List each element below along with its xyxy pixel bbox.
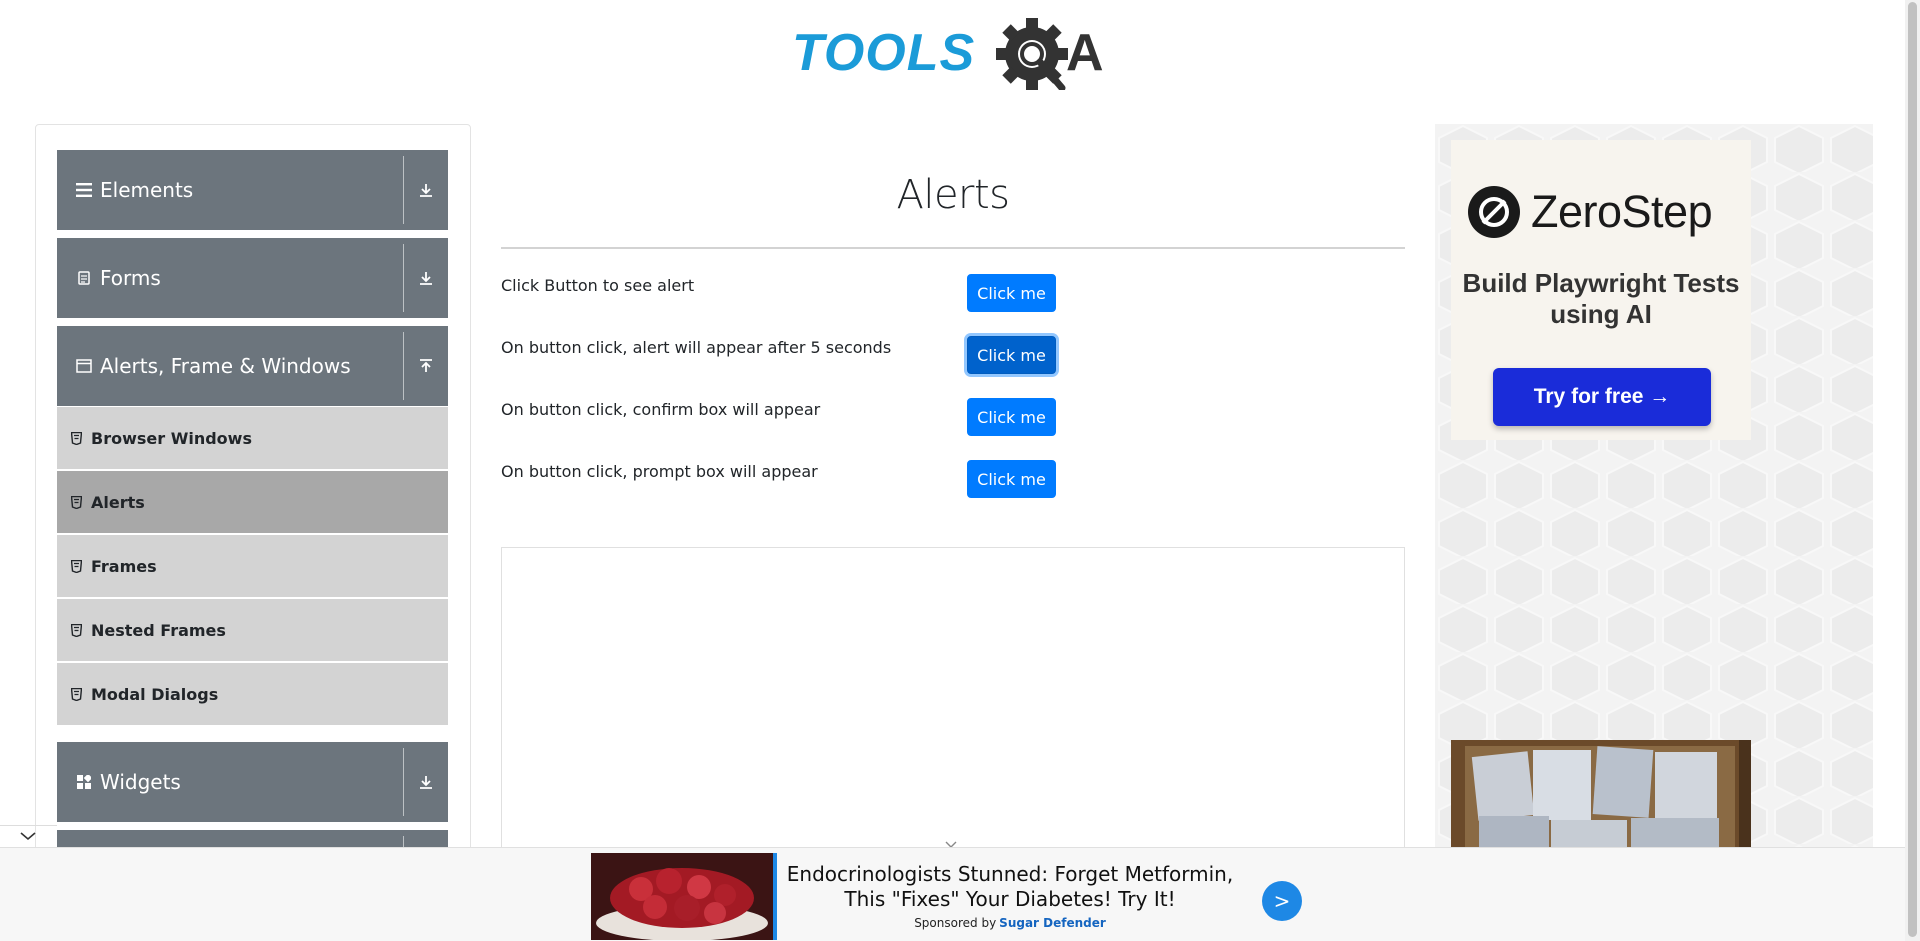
- ad-photo[interactable]: [1451, 740, 1751, 864]
- divider: [403, 156, 404, 224]
- sidebar-group-elements[interactable]: Elements: [57, 150, 448, 230]
- sidebar-item-label: Frames: [91, 556, 157, 576]
- grid-icon: [74, 772, 94, 792]
- try-for-free-button[interactable]: Try for free →: [1493, 368, 1711, 426]
- divider: [403, 748, 404, 816]
- sidebar-item-nested-frames[interactable]: Nested Frames: [57, 599, 448, 661]
- expand-arrow-icon[interactable]: [414, 266, 438, 290]
- ad-accent-stripe: [773, 853, 777, 940]
- sidebar-item-label: Alerts: [91, 492, 145, 512]
- html5-icon: [71, 495, 85, 509]
- ad-collapse-toggle[interactable]: [0, 825, 57, 849]
- sidebar-group-label: Alerts, Frame & Windows: [100, 354, 351, 378]
- sidebar-sub-list: Browser Windows Alerts Frames Nested Fra…: [57, 407, 448, 727]
- expand-arrow-icon[interactable]: [414, 178, 438, 202]
- sponsored-by-label: Sponsored by: [914, 916, 997, 930]
- ad-sponsor-line: Sponsored by Sugar Defender: [780, 916, 1240, 930]
- sidebar-item-alerts[interactable]: Alerts: [57, 471, 448, 533]
- sidebar-item-modal-dialogs[interactable]: Modal Dialogs: [57, 663, 448, 725]
- sidebar-group-alerts-frame-windows[interactable]: Alerts, Frame & Windows: [57, 326, 448, 406]
- sidebar-group-label: Widgets: [100, 770, 181, 794]
- divider: [403, 332, 404, 400]
- scrollbar-thumb[interactable]: [1908, 2, 1917, 937]
- confirm-row-label: On button click, confirm box will appear: [501, 400, 821, 419]
- left-sidebar: Elements Forms Alerts, Frame & Windows B…: [35, 124, 471, 864]
- chevron-down-icon[interactable]: [944, 835, 958, 848]
- sidebar-item-frames[interactable]: Frames: [57, 535, 448, 597]
- logo-text-left: TOOLS: [792, 24, 975, 82]
- alert-row-label: Click Button to see alert: [501, 276, 695, 295]
- zerostep-tagline: Build Playwright Tests using AI: [1462, 268, 1740, 329]
- html5-icon: [71, 431, 85, 445]
- sidebar-group-forms[interactable]: Forms: [57, 238, 448, 318]
- sidebar-item-label: Browser Windows: [91, 428, 252, 448]
- title-divider: [501, 247, 1405, 249]
- sidebar-item-browser-windows[interactable]: Browser Windows: [57, 407, 448, 469]
- zerostep-logo: ZeroStep: [1467, 182, 1735, 242]
- prompt-row-label: On button click, prompt box will appear: [501, 462, 818, 481]
- bottom-ad-bar: Endocrinologists Stunned: Forget Metform…: [0, 847, 1905, 941]
- ad-image[interactable]: [591, 853, 773, 940]
- prompt-button[interactable]: Click me: [967, 460, 1056, 498]
- sponsor-link[interactable]: Sugar Defender: [999, 916, 1106, 930]
- gear-icon: [996, 18, 1068, 92]
- confirm-button[interactable]: Click me: [967, 398, 1056, 436]
- ad-headline[interactable]: Endocrinologists Stunned: Forget Metform…: [780, 862, 1240, 912]
- divider: [403, 244, 404, 312]
- zerostep-ad[interactable]: ZeroStep Build Playwright Tests using AI…: [1451, 140, 1751, 440]
- sidebar-item-label: Modal Dialogs: [91, 684, 219, 704]
- html5-icon: [71, 687, 85, 701]
- document-icon: [74, 268, 94, 288]
- sidebar-item-label: Nested Frames: [91, 620, 226, 640]
- page-title: Alerts: [896, 172, 1010, 218]
- zerostep-mark-icon: [1468, 186, 1520, 238]
- zerostep-brand: ZeroStep: [1531, 186, 1713, 237]
- alert-button[interactable]: Click me: [967, 274, 1056, 312]
- sidebar-group-label: Elements: [100, 178, 194, 202]
- page-root: TOOLS A Elements Forms Alerts, Frame & W…: [0, 0, 1920, 941]
- logo-text-right: A: [1066, 24, 1104, 82]
- html5-icon: [71, 623, 85, 637]
- timer-alert-button[interactable]: Click me: [967, 336, 1056, 374]
- window-icon: [74, 356, 94, 376]
- vertical-scrollbar[interactable]: [1905, 0, 1920, 941]
- ad-placeholder: [501, 547, 1405, 867]
- html5-icon: [71, 559, 85, 573]
- toolsqa-logo[interactable]: TOOLS A: [792, 14, 1118, 92]
- collapse-arrow-icon[interactable]: [414, 354, 438, 378]
- sidebar-group-widgets[interactable]: Widgets: [57, 742, 448, 822]
- ad-go-button[interactable]: >: [1262, 881, 1302, 921]
- sidebar-group-label: Forms: [100, 266, 161, 290]
- header: TOOLS A: [0, 0, 1905, 100]
- timer-alert-row-label: On button click, alert will appear after…: [501, 338, 892, 357]
- right-ad-column: ZeroStep Build Playwright Tests using AI…: [1435, 124, 1873, 864]
- hamburger-icon: [74, 180, 94, 200]
- expand-arrow-icon[interactable]: [414, 770, 438, 794]
